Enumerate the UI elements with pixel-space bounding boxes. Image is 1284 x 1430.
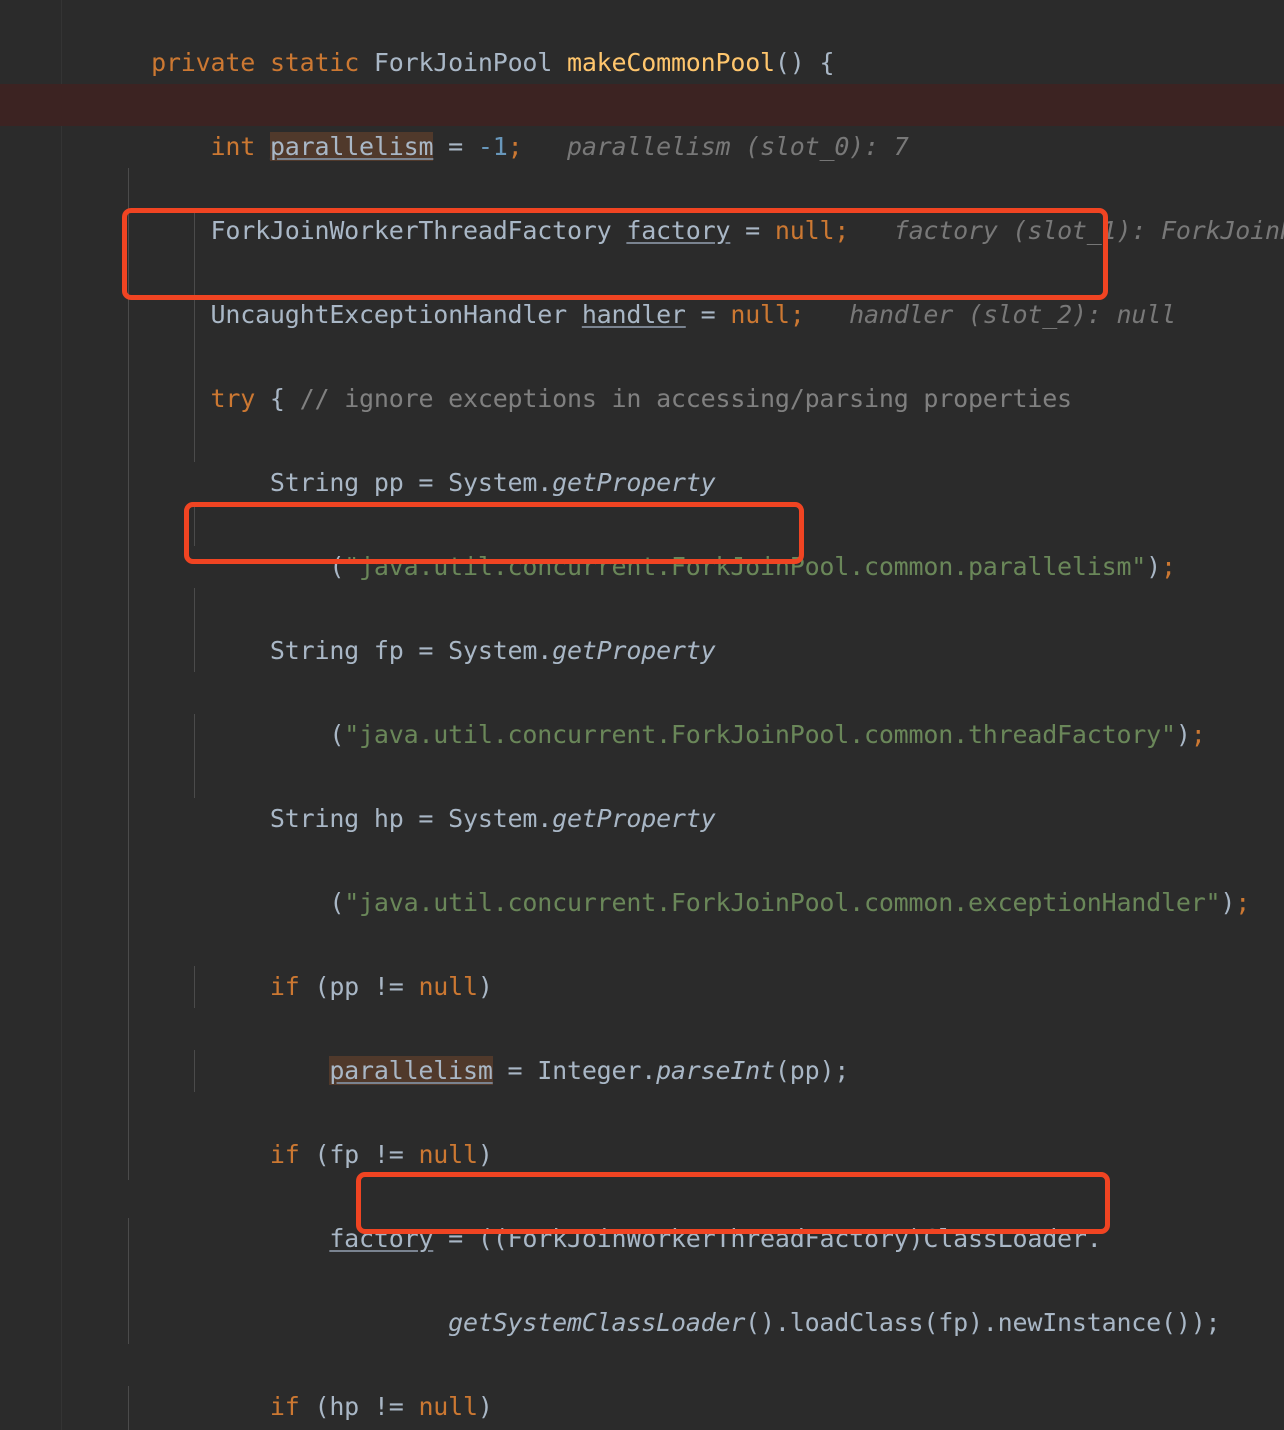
debugger-inline-hint-handler[interactable]: handler (slot_2): null [849,300,1176,329]
semicolon: ; [1235,888,1251,917]
keyword-int: int [210,132,256,161]
condition-open: (hp != [299,1392,419,1421]
code-line[interactable]: factory = ((ForkJoinWorkerThreadFactory)… [0,1176,1284,1253]
semicolon: ; [789,300,805,329]
paren-open: ( [329,720,345,749]
paren-open: ( [329,552,345,581]
paren-open: ( [329,888,345,917]
variable-hp-decl: hp = [359,804,449,833]
method-parseint: parseInt [656,1056,775,1085]
keyword-null: null [418,1140,478,1169]
keyword-null: null [418,1392,478,1421]
keyword-null: null [730,300,790,329]
assign-op: = [433,132,478,161]
assign-op: = [730,216,775,245]
variable-handler[interactable]: handler [582,300,686,329]
variable-pp-decl: pp = [359,468,449,497]
keyword-private: private [151,48,256,77]
indent-guide [194,504,195,546]
code-line[interactable]: parallelism = Integer.parseInt(pp); [0,1008,1284,1085]
condition-open: (fp != [299,1140,419,1169]
brace-open: { [255,384,300,413]
code-line[interactable]: private static ForkJoinPool makeCommonPo… [0,0,1284,77]
assign-op: = [492,1056,538,1085]
keyword-null: null [774,216,835,245]
literal-minus-one: -1 [477,132,508,161]
code-line[interactable]: String fp = System.getProperty [0,588,1284,665]
code-line[interactable]: try { // ignore exceptions in accessing/… [0,336,1284,413]
string-exceptionhandler-property: "java.util.concurrent.ForkJoinPool.commo… [344,888,1221,917]
method-getproperty: getProperty [552,804,716,833]
code-line[interactable]: if (fp != null) [0,1092,1284,1169]
type-string: String [269,468,360,497]
type-string: String [269,636,360,665]
code-editor[interactable]: private static ForkJoinPool makeCommonPo… [0,0,1284,1430]
signature-tail: () { [774,48,835,77]
keyword-if: if [269,1392,300,1421]
method-name-makecommonpool: makeCommonPool [566,48,775,77]
variable-parallelism[interactable]: parallelism [329,1056,493,1085]
code-line[interactable]: ("java.util.concurrent.ForkJoinPool.comm… [0,672,1284,749]
keyword-if: if [269,972,300,1001]
code-line-execution-point[interactable]: int parallelism = -1; parallelism (slot_… [0,84,1284,161]
class-system: System. [448,636,553,665]
paren-close: ) [1220,888,1236,917]
class-integer: Integer. [537,1056,657,1085]
condition-open: (pp != [299,972,419,1001]
keyword-static: static [269,48,360,77]
call-args: (pp); [774,1056,850,1085]
debugger-inline-hint-factory[interactable]: factory (slot_1): ForkJoinPool$ [894,216,1284,245]
semicolon: ; [834,216,850,245]
keyword-null: null [418,972,478,1001]
assign-op: = [685,300,731,329]
condition-close: ) [477,1140,493,1169]
variable-fp-decl: fp = [359,636,449,665]
code-line[interactable]: String pp = System.getProperty [0,420,1284,497]
code-line[interactable]: ("java.util.concurrent.ForkJoinPool.comm… [0,504,1284,581]
cast-type: ForkJoinWorkerThreadFactory [507,1224,909,1253]
semicolon: ; [1161,552,1176,581]
code-line[interactable]: UncaughtExceptionHandler handler = null;… [0,252,1284,329]
keyword-try: try [210,384,256,413]
condition-close: ) [477,972,493,1001]
assign-op: = (( [433,1224,508,1253]
debugger-inline-hint-parallelism[interactable]: parallelism (slot_0): 7 [567,132,909,161]
code-line[interactable]: if (hp != null) [0,1344,1284,1421]
code-line[interactable]: getSystemClassLoader().loadClass(fp).new… [0,1260,1284,1337]
variable-factory[interactable]: factory [329,1224,433,1253]
semicolon: ; [1190,720,1206,749]
code-line[interactable]: ForkJoinWorkerThreadFactory factory = nu… [0,168,1284,245]
variable-parallelism[interactable]: parallelism [269,132,434,161]
call-chain: ().loadClass(fp).newInstance()); [745,1308,1221,1337]
string-parallelism-property: "java.util.concurrent.ForkJoinPool.commo… [344,552,1147,581]
type-uncaughtexceptionhandler: UncaughtExceptionHandler [210,300,568,329]
code-line[interactable]: ("java.util.concurrent.ForkJoinPool.comm… [0,840,1284,917]
semicolon: ; [507,132,523,161]
type-forkjoinworkerthreadfactory: ForkJoinWorkerThreadFactory [210,216,612,245]
comment-ignore-exceptions: // ignore exceptions in accessing/parsin… [299,384,1072,413]
code-content[interactable]: private static ForkJoinPool makeCommonPo… [0,0,1284,1430]
method-getproperty: getProperty [552,468,716,497]
keyword-if: if [269,1140,300,1169]
condition-close: ) [477,1392,493,1421]
class-system: System. [448,468,553,497]
code-line[interactable]: String hp = System.getProperty [0,756,1284,833]
class-system: System. [448,804,553,833]
type-string: String [269,804,360,833]
method-getsystemclassloader: getSystemClassLoader [448,1308,746,1337]
paren-close: ) [1175,720,1191,749]
method-getproperty: getProperty [552,636,716,665]
paren-close: ) [1146,552,1162,581]
classloader-ref: )ClassLoader. [908,1224,1102,1253]
type-forkjoinpool: ForkJoinPool [373,48,553,77]
string-threadfactory-property: "java.util.concurrent.ForkJoinPool.commo… [344,720,1176,749]
variable-factory[interactable]: factory [626,216,730,245]
code-line[interactable]: if (pp != null) [0,924,1284,1001]
